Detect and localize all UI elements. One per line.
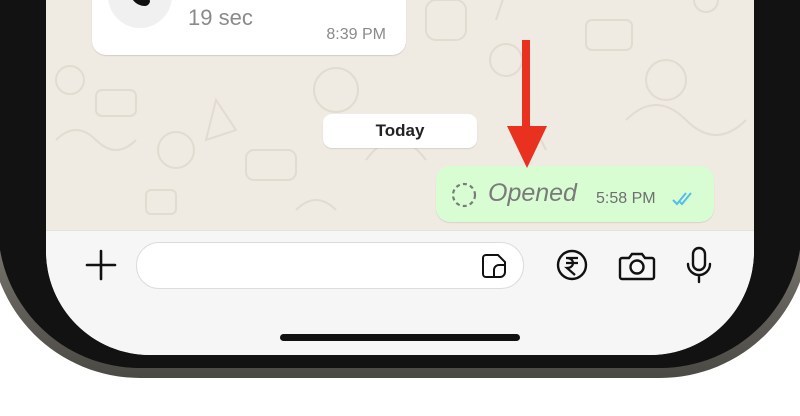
chat-screen: 19 sec 8:39 PM Today Opened 5:58 PM xyxy=(46,0,754,355)
red-arrow-annotation xyxy=(507,40,547,168)
call-timestamp: 8:39 PM xyxy=(326,26,386,43)
incoming-call-icon xyxy=(108,0,172,28)
camera-icon[interactable] xyxy=(618,251,656,281)
plus-icon[interactable] xyxy=(84,248,118,282)
message-timestamp: 5:58 PM xyxy=(596,190,656,207)
microphone-icon[interactable] xyxy=(686,246,712,284)
message-input[interactable] xyxy=(153,251,477,281)
double-check-read-icon xyxy=(672,192,692,206)
call-duration: 19 sec xyxy=(188,5,253,30)
view-once-opened-icon xyxy=(451,182,477,208)
call-message-bubble[interactable]: 19 sec 8:39 PM xyxy=(92,0,406,55)
rupee-icon[interactable] xyxy=(556,249,588,281)
message-input-field[interactable] xyxy=(136,242,524,289)
date-separator: Today xyxy=(323,114,477,148)
sticker-icon[interactable] xyxy=(481,253,507,279)
outgoing-message-bubble[interactable]: Opened 5:58 PM xyxy=(436,166,714,222)
message-status-text: Opened xyxy=(488,179,577,207)
home-indicator[interactable] xyxy=(280,334,520,341)
